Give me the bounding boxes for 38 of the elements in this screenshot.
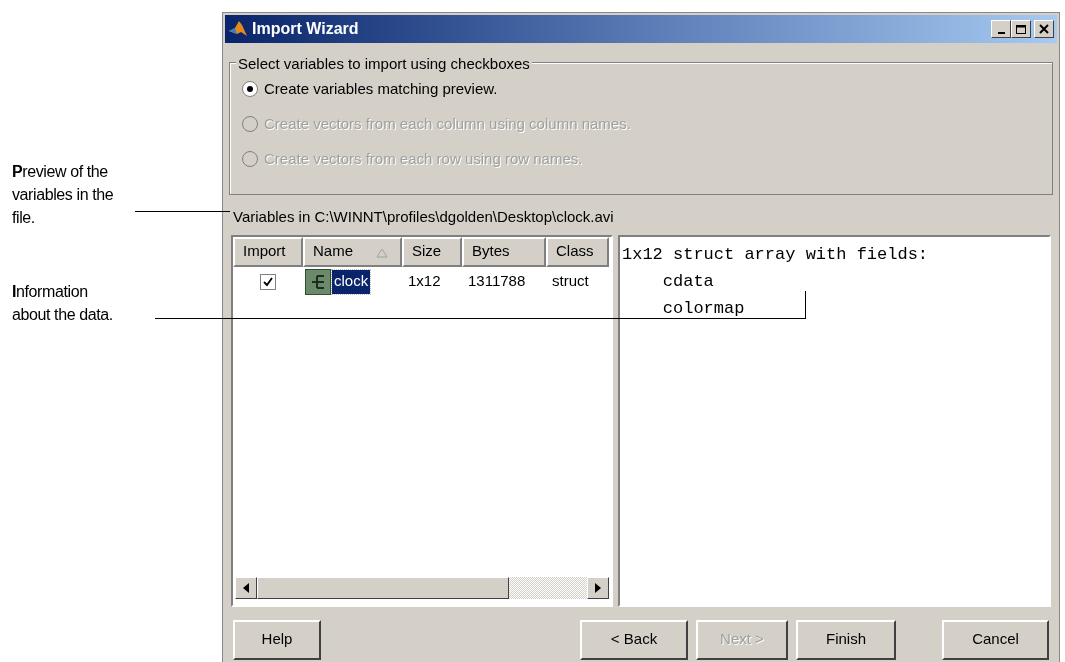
info-line: cdata [661, 270, 715, 293]
column-header[interactable]: Bytes [462, 236, 546, 267]
dialog-button[interactable]: < Back [580, 619, 688, 660]
right-arrow-button[interactable] [587, 576, 609, 599]
left-arrow-icon [243, 582, 249, 593]
right-arrow-icon [595, 582, 601, 593]
column-header[interactable]: Name [303, 236, 402, 267]
column-header[interactable]: Size [402, 236, 462, 267]
table-cell-text: struct [551, 271, 590, 292]
window-title: Import Wizard [252, 19, 359, 39]
table-cell-text: 1x12 [407, 271, 442, 292]
table-cell-text: 1311788 [467, 271, 527, 292]
dialog-button[interactable]: Cancel [942, 619, 1049, 660]
info-line: 1x12 struct array with fields: [622, 243, 930, 266]
close-button[interactable] [1034, 20, 1054, 38]
app-logo-icon [228, 19, 248, 39]
column-header[interactable]: Import [233, 236, 303, 267]
maximize-button[interactable] [1011, 20, 1031, 38]
maximize-icon [1016, 24, 1026, 34]
checkbox[interactable] [260, 273, 276, 290]
radio-label: Create variables matching preview. [264, 78, 498, 99]
table-cell: clock [332, 269, 371, 294]
dialog-button[interactable]: Finish [796, 619, 896, 660]
minimize-icon [997, 31, 1005, 34]
horizontal-scrollbar[interactable] [235, 576, 609, 599]
info-line: colormap [661, 297, 746, 320]
dialog-button[interactable]: Help [233, 619, 321, 660]
left-arrow-button[interactable] [235, 576, 257, 599]
column-header[interactable]: Class [546, 236, 609, 267]
minimize-button[interactable] [991, 20, 1011, 38]
struct-icon [305, 268, 331, 295]
sort-ascending-icon [376, 247, 388, 258]
annotation-text: Preview of the variables in the file. [12, 162, 115, 228]
close-icon [1039, 24, 1049, 34]
annotation-text: Information about the data. [12, 282, 114, 325]
radio-button[interactable] [242, 81, 258, 97]
path-label: Variables in C:\WINNT\profiles\dgolden\Desktop\clock.avi [233, 207, 615, 227]
scrollbar-thumb[interactable] [257, 576, 509, 599]
